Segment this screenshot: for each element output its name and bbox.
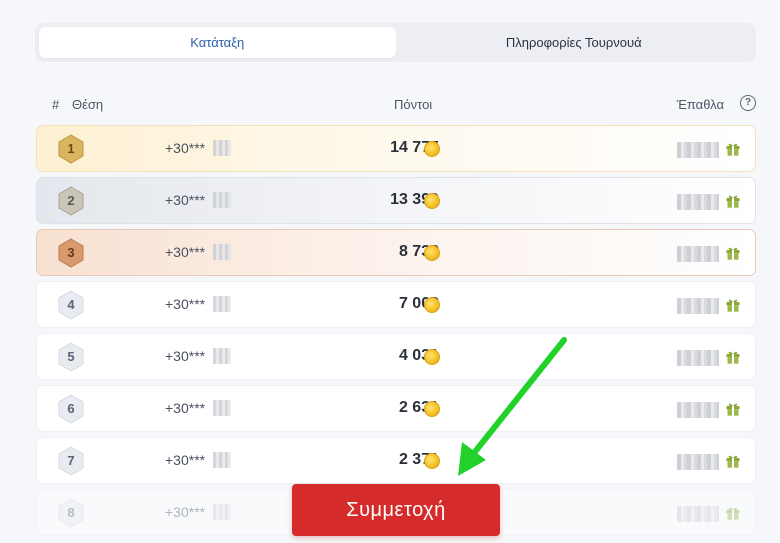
rank-badge: 7 [56,446,86,476]
header-position: Θέση [72,97,104,112]
blurred-player-suffix [213,192,231,208]
blurred-prize [677,298,719,314]
help-icon[interactable]: ? [740,95,756,111]
header-points: Πόντοι [394,97,433,112]
rank-number: 8 [67,505,75,520]
coin-icon [424,193,440,209]
rank-number: 7 [67,453,75,468]
player-id: +30*** [165,348,206,364]
tab-ranking[interactable]: Κατάταξη [39,27,396,58]
rank-badge: 2 [56,186,86,216]
blurred-player-suffix [213,140,231,156]
player-id: +30*** [165,296,206,312]
rank-badge: 8 [56,498,86,528]
rank-number: 3 [67,245,75,260]
blurred-prize [677,454,719,470]
blurred-prize [677,402,719,418]
blurred-prize [677,142,719,158]
gift-icon[interactable] [725,349,741,365]
rank-number: 4 [67,297,75,312]
coin-icon [424,401,440,417]
player-id: +30*** [165,244,206,260]
blurred-prize [677,194,719,210]
join-button[interactable]: Συμμετοχή [292,484,500,536]
player-id: +30*** [165,400,206,416]
rank-badge: 4 [56,290,86,320]
gift-icon[interactable] [725,141,741,157]
blurred-prize [677,246,719,262]
header-prizes: Έπαθλα [676,97,724,112]
coin-icon [424,297,440,313]
header-hash: # [52,97,60,112]
blurred-player-suffix [213,296,231,312]
player-id: +30*** [165,192,206,208]
table-row: 1 +30*** 14 775 [36,125,756,172]
gift-icon[interactable] [725,297,741,313]
table-header: # Θέση Πόντοι Έπαθλα ? [36,95,756,115]
gift-icon[interactable] [725,245,741,261]
player-id: +30*** [165,504,206,520]
tab-tournament-info[interactable]: Πληροφορίες Τουρνουά [396,27,753,58]
rank-badge: 3 [56,238,86,268]
gift-icon[interactable] [725,505,741,521]
blurred-player-suffix [213,348,231,364]
rank-badge: 5 [56,342,86,372]
gift-icon[interactable] [725,401,741,417]
table-row: 3 +30*** 8 732 [36,229,756,276]
coin-icon [424,245,440,261]
blurred-player-suffix [213,400,231,416]
blurred-player-suffix [213,452,231,468]
table-row: 6 +30*** 2 631 [36,385,756,432]
rank-badge: 1 [56,134,86,164]
blurred-prize [677,506,719,522]
rank-number: 1 [67,141,75,156]
rank-number: 5 [67,349,75,364]
coin-icon [424,141,440,157]
tab-bar: Κατάταξη Πληροφορίες Τουρνουά [35,23,756,62]
player-id: +30*** [165,452,206,468]
rank-number: 6 [67,401,75,416]
gift-icon[interactable] [725,453,741,469]
blurred-player-suffix [213,504,231,520]
coin-icon [424,453,440,469]
rank-number: 2 [67,193,75,208]
table-row: 5 +30*** 4 031 [36,333,756,380]
table-row: 4 +30*** 7 003 [36,281,756,328]
rank-badge: 6 [56,394,86,424]
coin-icon [424,349,440,365]
blurred-player-suffix [213,244,231,260]
table-row: 2 +30*** 13 399 [36,177,756,224]
player-id: +30*** [165,140,206,156]
table-row: 7 +30*** 2 371 [36,437,756,484]
gift-icon[interactable] [725,193,741,209]
blurred-prize [677,350,719,366]
